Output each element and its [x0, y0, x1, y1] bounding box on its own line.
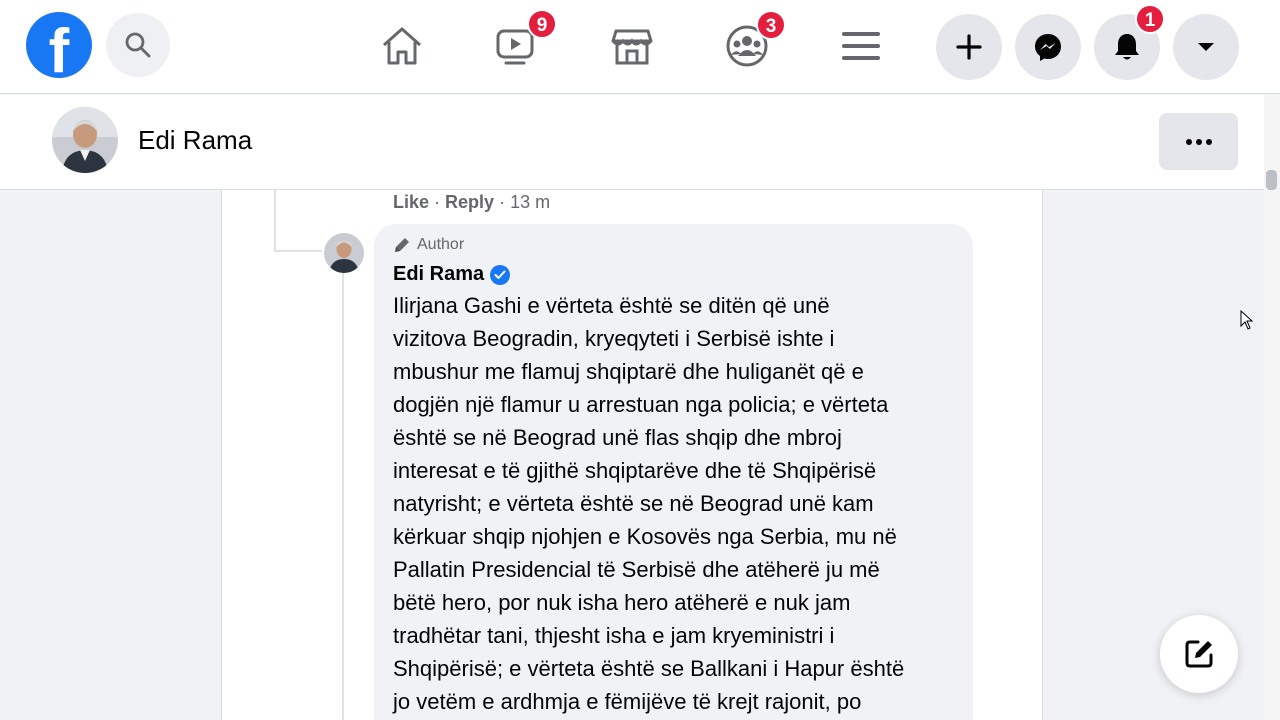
verified-badge-icon: [490, 264, 511, 285]
top-navbar: f 9 3 1: [0, 0, 1280, 94]
comment-line: natyrisht; e vërteta është se në Beograd…: [393, 491, 874, 516]
dot-icon: [1195, 138, 1202, 145]
profile-name[interactable]: Edi Rama: [138, 125, 252, 156]
comment-line: kërkuar shqip njohjen e Kosovës nga Serb…: [393, 524, 897, 549]
scrollbar-thumb[interactable]: [1266, 170, 1277, 190]
comment-line: vizitova Beogradin, kryeqyteti i Serbisë…: [393, 326, 835, 351]
comment-line: interesat e të gjithë shqiptarëve dhe të…: [393, 458, 877, 483]
bell-icon: [1115, 34, 1139, 60]
comment-actions: Like · Reply · 13 m: [393, 192, 551, 212]
notifications-badge: 1: [1135, 4, 1165, 34]
comment-line: bëtë hero, por nuk isha hero atëherë e n…: [393, 590, 851, 615]
account-button[interactable]: [1173, 14, 1239, 80]
caret-down-icon: [1198, 43, 1214, 51]
reply-thread-line: [342, 272, 344, 720]
plus-icon: [956, 34, 982, 60]
messenger-icon: [1035, 34, 1061, 61]
notifications-button[interactable]: 1: [1094, 4, 1165, 80]
menu-icon: [842, 32, 880, 60]
comment-author-name-row: Edi Rama: [393, 263, 511, 286]
profile-avatar[interactable]: [52, 107, 118, 173]
store-icon: [611, 29, 653, 65]
nav-home[interactable]: [374, 16, 430, 76]
mouse-cursor-icon: [1240, 310, 1254, 330]
author-label: Author: [417, 236, 465, 253]
comment-author-name[interactable]: Edi Rama: [393, 263, 484, 286]
watch-badge: 9: [527, 9, 557, 39]
comment-timestamp[interactable]: 13 m: [510, 192, 550, 212]
search-icon: [125, 32, 151, 58]
comment-line: është se në Beograd unë flas shqip dhe m…: [393, 425, 842, 450]
thread-line: [274, 190, 276, 252]
dot-icon: [1185, 138, 1192, 145]
profile-header: Edi Rama: [0, 95, 1264, 190]
author-tag: Author: [393, 236, 464, 254]
groups-badge: 3: [756, 10, 786, 40]
messenger-button[interactable]: [1015, 14, 1081, 80]
comment-text: Ilirjana Gashi e vërteta është se ditën …: [393, 289, 963, 718]
create-button[interactable]: [936, 14, 1002, 80]
comment-line: Ilirjana Gashi e vërteta është se ditën …: [393, 293, 830, 318]
like-link[interactable]: Like: [393, 192, 429, 212]
search-button[interactable]: [106, 13, 170, 77]
dot-icon: [1205, 138, 1212, 145]
comment-avatar[interactable]: [324, 233, 364, 273]
nav-menu[interactable]: [833, 16, 889, 76]
nav-marketplace[interactable]: [604, 16, 660, 76]
comment-line: mbushur me flamuj shqiptarë dhe huliganë…: [393, 359, 864, 384]
thread-connector: [276, 250, 322, 252]
reply-link[interactable]: Reply: [445, 192, 494, 212]
compose-icon: [1185, 640, 1213, 668]
comment-line: Pallatin Presidencial të Serbisë dhe atë…: [393, 557, 880, 582]
comment-line: tradhëtar tani, thjesht isha e jam kryem…: [393, 623, 835, 648]
comment-line: Shqipërisë; e vërteta është se Ballkani …: [393, 656, 905, 681]
facebook-logo[interactable]: f: [26, 12, 92, 78]
nav-groups[interactable]: 3: [719, 10, 786, 76]
comment-line: jo vetëm e ardhmja e fëmijëve të krejt r…: [393, 689, 862, 714]
comment-line: dogjën një flamur u arrestuan nga polici…: [393, 392, 889, 417]
nav-watch[interactable]: 9: [488, 9, 557, 76]
new-message-button[interactable]: [1160, 615, 1238, 693]
pencil-icon: [395, 238, 409, 252]
home-icon: [383, 27, 421, 65]
more-options-button[interactable]: [1159, 113, 1238, 170]
